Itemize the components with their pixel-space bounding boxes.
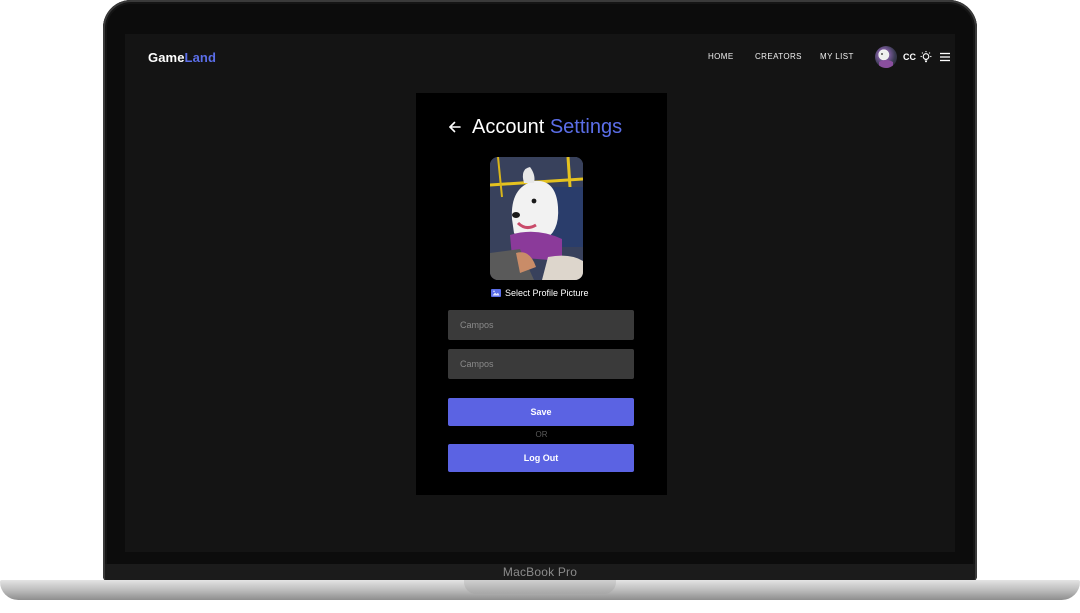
user-initials[interactable]: CC — [903, 52, 916, 62]
laptop-notch — [464, 580, 616, 594]
arrow-left-icon[interactable] — [448, 120, 462, 134]
select-picture-label: Select Profile Picture — [505, 288, 589, 298]
brand-accent: Land — [184, 50, 216, 65]
profile-picture[interactable] — [490, 157, 583, 280]
device-label: MacBook Pro — [502, 565, 578, 579]
lightbulb-icon[interactable] — [919, 50, 933, 64]
image-icon — [491, 289, 501, 297]
account-settings-panel: Account Settings Select Profile Picture … — [416, 93, 667, 495]
avatar[interactable] — [875, 46, 897, 68]
nav-home[interactable]: HOME — [708, 52, 734, 61]
title-accent: Settings — [549, 116, 623, 138]
brand-logo[interactable]: GameLand — [148, 50, 216, 65]
app-screen: GameLand HOME CREATORS MY LIST CC Accoun… — [125, 34, 955, 552]
first-name-input[interactable] — [448, 310, 634, 340]
hamburger-menu-icon[interactable] — [938, 50, 952, 64]
select-profile-picture[interactable]: Select Profile Picture — [491, 288, 589, 298]
title-primary: Account — [472, 116, 545, 138]
log-out-button[interactable]: Log Out — [448, 444, 634, 472]
nav-my-list[interactable]: MY LIST — [820, 52, 854, 61]
save-button[interactable]: Save — [448, 398, 634, 426]
nav-creators[interactable]: CREATORS — [755, 52, 802, 61]
brand-primary: Game — [148, 50, 185, 65]
page-title: Account Settings — [472, 116, 622, 139]
app-header: GameLand HOME CREATORS MY LIST CC — [125, 34, 955, 80]
or-separator: OR — [535, 430, 548, 439]
last-name-input[interactable] — [448, 349, 634, 379]
